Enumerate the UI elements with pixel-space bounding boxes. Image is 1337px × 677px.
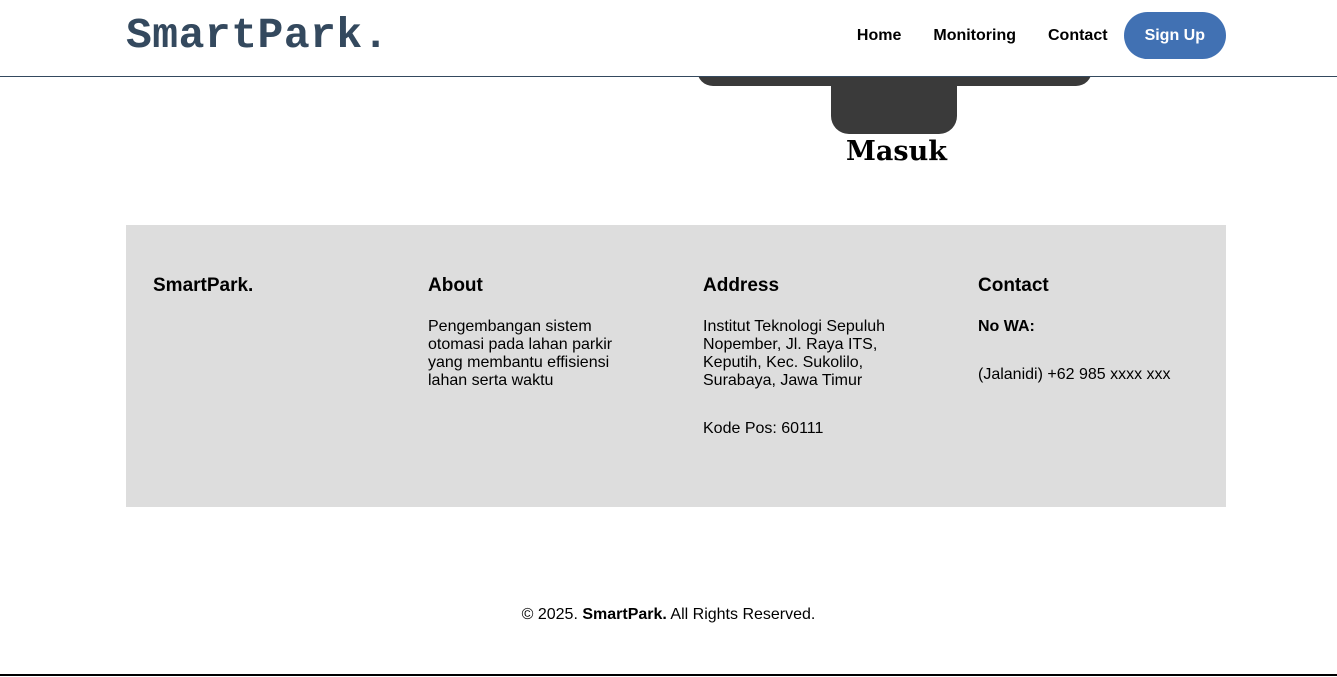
address-text: Institut Teknologi Sepuluh Nopember, Jl.… (703, 318, 886, 389)
copyright-suffix: All Rights Reserved. (670, 606, 816, 623)
copyright-brand: SmartPark. (582, 606, 667, 623)
nav-link-home[interactable]: Home (857, 27, 901, 45)
contact-title: Contact (978, 275, 1049, 296)
about-title: About (428, 275, 483, 296)
gate-post-graphic (831, 70, 957, 134)
footer-brand-column: SmartPark. (153, 275, 403, 297)
gate-label: Masuk (846, 136, 947, 167)
nav-link-monitoring[interactable]: Monitoring (933, 27, 1016, 45)
about-text: Pengembangan sistem otomasi pada lahan p… (428, 318, 613, 389)
site-logo[interactable]: SmartPark. (126, 11, 389, 60)
wa-label: No WA: (978, 318, 1035, 335)
nav-link-contact[interactable]: Contact (1048, 27, 1108, 45)
copyright-prefix: © 2025. (521, 606, 578, 623)
footer-brand: SmartPark. (153, 275, 254, 296)
footer-about-column: About Pengembangan sistem otomasi pada l… (428, 275, 678, 390)
main-nav: Home Monitoring Contact Sign Up (825, 12, 1226, 59)
site-header: SmartPark. Home Monitoring Contact Sign … (0, 0, 1337, 77)
footer-contact-column: Contact No WA: (Jalanidi) +62 985 xxxx x… (978, 275, 1228, 384)
footer-address-column: Address Institut Teknologi Sepuluh Nopem… (703, 275, 953, 438)
copyright-notice: © 2025. SmartPark. All Rights Reserved. (0, 606, 1337, 624)
footer-info-panel: SmartPark. About Pengembangan sistem oto… (126, 225, 1226, 507)
sign-up-button[interactable]: Sign Up (1123, 12, 1226, 59)
postal-code: Kode Pos: 60111 (703, 420, 824, 437)
page-bottom-divider (0, 674, 1337, 676)
address-title: Address (703, 275, 780, 296)
wa-number: (Jalanidi) +62 985 xxxx xxx (978, 366, 1171, 383)
